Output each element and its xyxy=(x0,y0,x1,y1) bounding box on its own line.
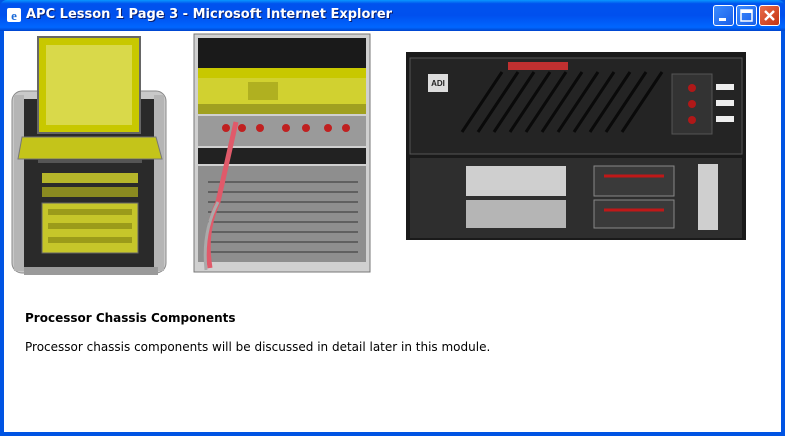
svg-text:e: e xyxy=(11,8,17,23)
processor-rack-photo xyxy=(193,33,371,273)
chassis-front-panel-photo: ADI xyxy=(406,52,746,240)
maximize-button[interactable] xyxy=(736,5,757,26)
laptop-chassis-photo xyxy=(11,36,167,275)
section-heading: Processor Chassis Components xyxy=(25,311,236,325)
section-description: Processor chassis components will be dis… xyxy=(25,340,491,354)
close-button[interactable] xyxy=(759,5,780,26)
rack-logo-text: ADI xyxy=(431,79,445,88)
page-content: ADI Processor Chassis Components Process… xyxy=(4,31,781,432)
internet-explorer-icon: e xyxy=(7,8,21,23)
title-bar[interactable]: e APC Lesson 1 Page 3 - Microsoft Intern… xyxy=(0,0,785,31)
close-icon xyxy=(764,10,775,21)
window-title: APC Lesson 1 Page 3 - Microsoft Internet… xyxy=(26,7,393,22)
maximize-icon xyxy=(740,9,753,22)
minimize-button[interactable] xyxy=(713,5,734,26)
minimize-icon xyxy=(719,18,726,21)
browser-window: e APC Lesson 1 Page 3 - Microsoft Intern… xyxy=(0,0,785,436)
